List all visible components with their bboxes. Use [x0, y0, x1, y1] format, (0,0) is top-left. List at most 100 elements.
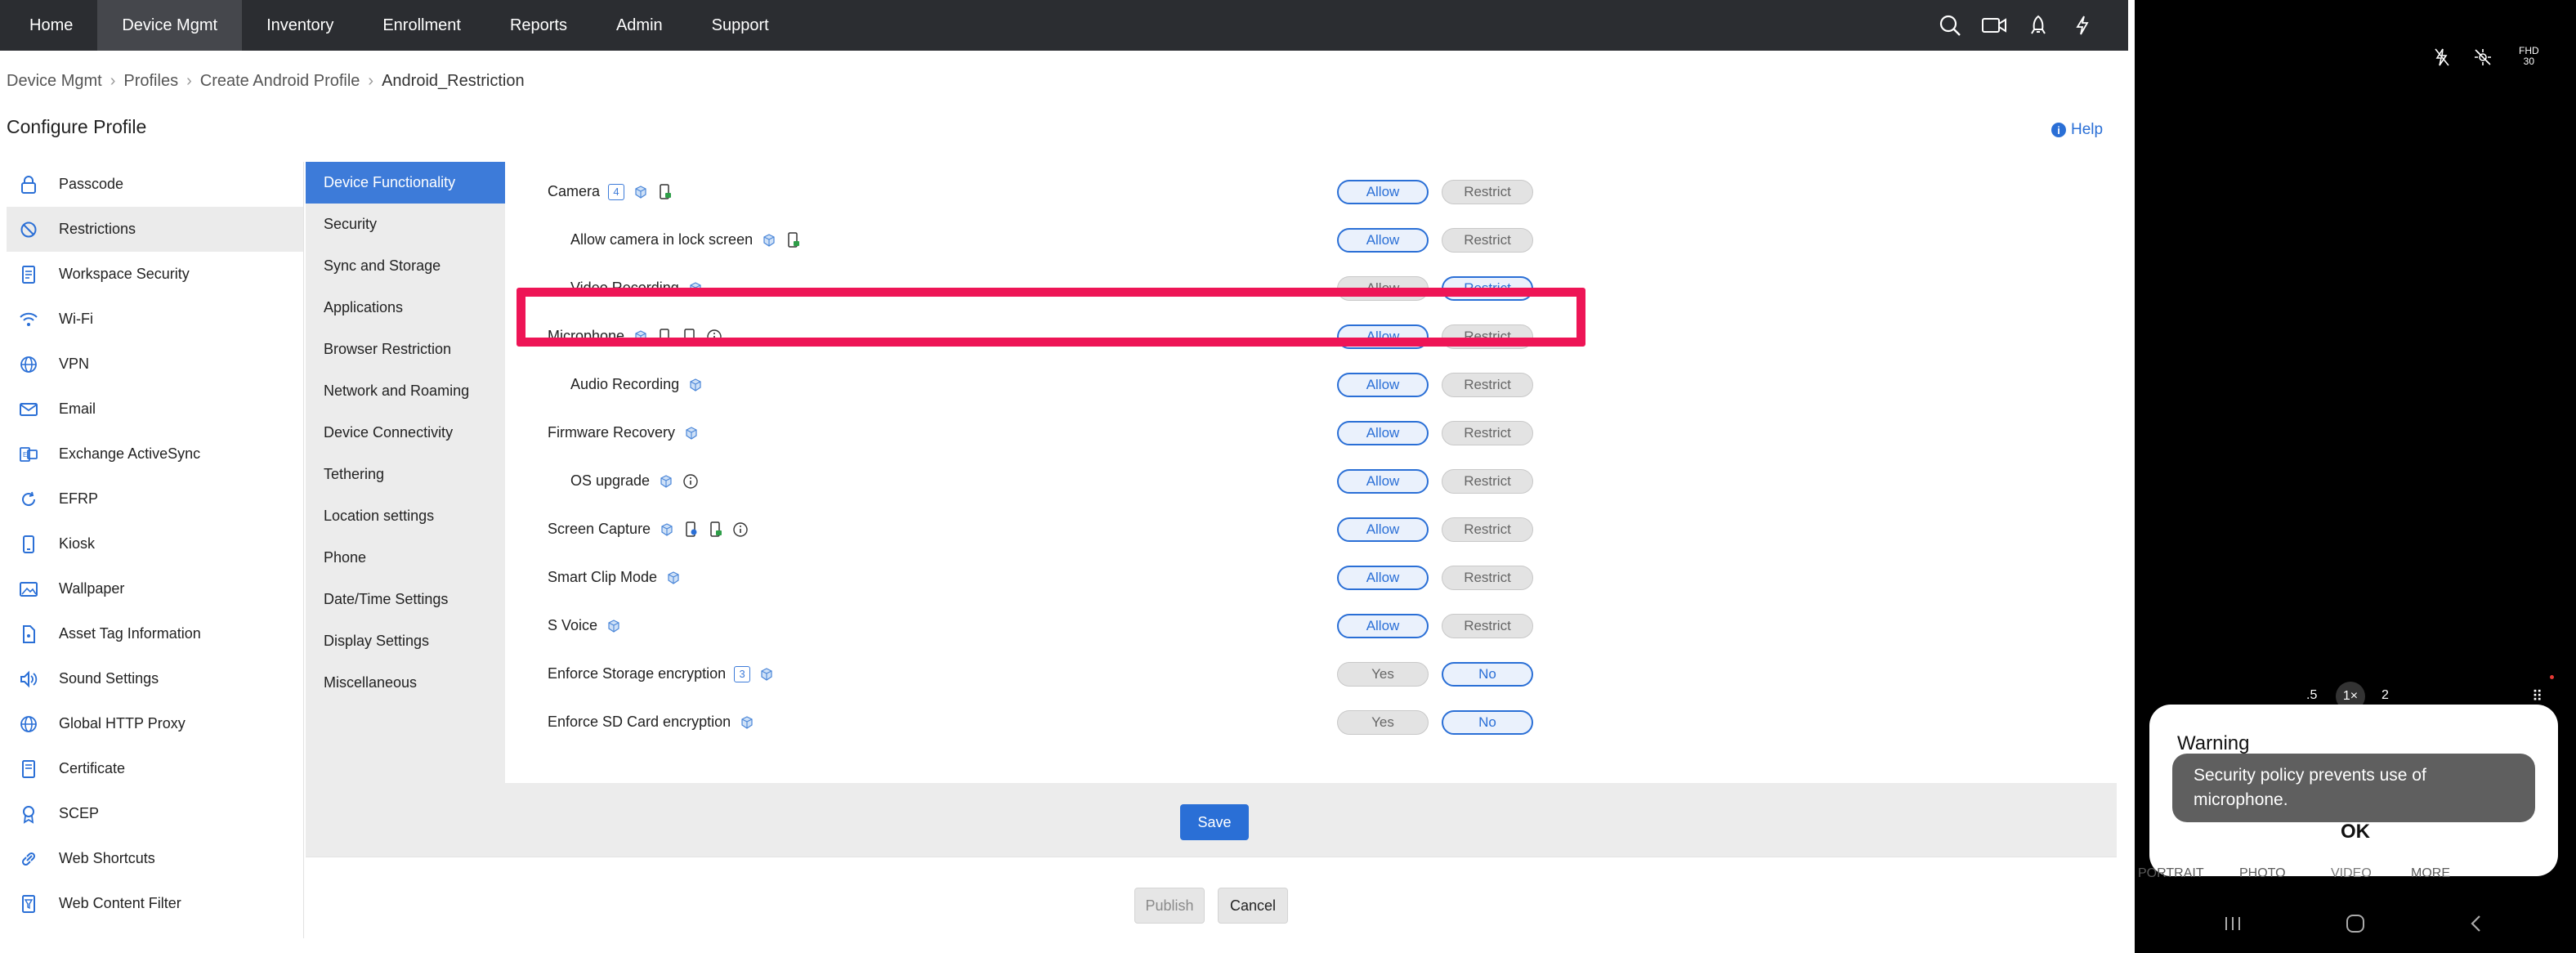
yes-button[interactable]: Yes	[1337, 662, 1429, 687]
sidebar-item-efrp[interactable]: EFRP	[7, 476, 303, 521]
info-icon[interactable]	[732, 521, 749, 538]
count-badge[interactable]: 3	[734, 665, 751, 682]
device-lock-icon	[785, 231, 802, 248]
sidebar-item-wallpaper[interactable]: Wallpaper	[7, 566, 303, 611]
restrict-button[interactable]: Restrict	[1442, 180, 1533, 204]
publish-button[interactable]: Publish	[1134, 888, 1205, 924]
allow-button[interactable]: Allow	[1337, 276, 1429, 301]
sidebar-item-certificate[interactable]: Certificate	[7, 746, 303, 791]
chevron-right-icon: ›	[368, 72, 374, 90]
mode-video[interactable]: VIDEO	[2331, 866, 2372, 881]
video-icon[interactable]	[1981, 12, 2007, 38]
restrict-button[interactable]: Restrict	[1442, 469, 1533, 494]
mode-portrait[interactable]: PORTRAIT	[2138, 866, 2204, 881]
category-miscellaneous[interactable]: Miscellaneous	[306, 662, 505, 704]
restriction-label: Microphone	[548, 328, 625, 344]
recents-icon[interactable]	[2216, 909, 2249, 938]
allow-button[interactable]: Allow	[1337, 324, 1429, 349]
sidebar-item-web-content-filter[interactable]: Web Content Filter	[7, 881, 303, 926]
category-applications[interactable]: Applications	[306, 287, 505, 329]
save-button[interactable]: Save	[1180, 804, 1249, 840]
restrict-button[interactable]: Restrict	[1442, 324, 1533, 349]
category-phone[interactable]: Phone	[306, 537, 505, 579]
restrict-button[interactable]: Restrict	[1442, 373, 1533, 397]
resolution-indicator[interactable]: FHD 30	[2519, 46, 2539, 67]
cancel-button[interactable]: Cancel	[1218, 888, 1288, 924]
sidebar-item-kiosk[interactable]: Kiosk	[7, 521, 303, 566]
allow-button[interactable]: Allow	[1337, 566, 1429, 590]
info-icon: i	[2051, 123, 2066, 137]
breadcrumb-profiles[interactable]: Profiles	[123, 72, 178, 91]
category-security[interactable]: Security	[306, 204, 505, 245]
bolt-icon[interactable]	[2069, 12, 2095, 38]
restrict-button[interactable]: Restrict	[1442, 566, 1533, 590]
info-icon[interactable]	[682, 473, 699, 490]
zoom-half[interactable]: .5	[2306, 688, 2317, 703]
restrict-button[interactable]: Restrict	[1442, 614, 1533, 638]
category-device-functionality[interactable]: Device Functionality	[306, 162, 505, 204]
sidebar-item-passcode[interactable]: Passcode	[7, 162, 303, 207]
ok-button[interactable]: OK	[2323, 817, 2388, 847]
nav-inventory[interactable]: Inventory	[242, 0, 358, 51]
no-button[interactable]: No	[1442, 662, 1533, 687]
breadcrumb-create-android-profile[interactable]: Create Android Profile	[200, 72, 360, 91]
count-badge[interactable]: 4	[608, 183, 625, 200]
info-icon[interactable]	[706, 329, 722, 345]
sidebar-item-email[interactable]: Email	[7, 387, 303, 432]
allow-button[interactable]: Allow	[1337, 373, 1429, 397]
nav-reports[interactable]: Reports	[485, 0, 592, 51]
motion-off-icon[interactable]	[2473, 47, 2493, 69]
category-sync-and-storage[interactable]: Sync and Storage	[306, 245, 505, 287]
nav-admin[interactable]: Admin	[592, 0, 687, 51]
sidebar-item-scep[interactable]: SCEP	[7, 791, 303, 836]
allow-button[interactable]: Allow	[1337, 421, 1429, 445]
nav-device-mgmt[interactable]: Device Mgmt	[97, 0, 243, 51]
restrict-button[interactable]: Restrict	[1442, 276, 1533, 301]
sidebar-item-global-http-proxy[interactable]: Global HTTP Proxy	[7, 701, 303, 746]
sidebar-item-restrictions[interactable]: Restrictions	[7, 207, 303, 252]
sidebar-item-label: Certificate	[59, 760, 126, 776]
grid-dots-icon[interactable]: ⠿	[2532, 688, 2542, 705]
restrict-button[interactable]: Restrict	[1442, 228, 1533, 253]
search-icon[interactable]	[1937, 12, 1963, 38]
mode-more[interactable]: MORE	[2411, 866, 2450, 881]
nav-enrollment[interactable]: Enrollment	[358, 0, 485, 51]
home-icon[interactable]	[2339, 909, 2372, 938]
allow-button[interactable]: Allow	[1337, 517, 1429, 542]
category-display-settings[interactable]: Display Settings	[306, 620, 505, 662]
sidebar-item-workspace-security[interactable]: Workspace Security	[7, 252, 303, 297]
breadcrumb-device-mgmt[interactable]: Device Mgmt	[7, 72, 102, 91]
category-location-settings[interactable]: Location settings	[306, 495, 505, 537]
cube-icon	[659, 521, 675, 538]
restrict-button[interactable]: Restrict	[1442, 517, 1533, 542]
allow-button[interactable]: Allow	[1337, 469, 1429, 494]
sidebar-item-vpn[interactable]: VPN	[7, 342, 303, 387]
category-date-time-settings[interactable]: Date/Time Settings	[306, 579, 505, 620]
category-browser-restriction[interactable]: Browser Restriction	[306, 329, 505, 370]
help-link[interactable]: i Help	[2051, 121, 2103, 139]
sidebar-item-wi-fi[interactable]: Wi-Fi	[7, 297, 303, 342]
category-device-connectivity[interactable]: Device Connectivity	[306, 412, 505, 454]
category-network-and-roaming[interactable]: Network and Roaming	[306, 370, 505, 412]
back-icon[interactable]	[2460, 909, 2493, 938]
allow-button[interactable]: Allow	[1337, 614, 1429, 638]
zoom-2x[interactable]: 2	[2381, 688, 2389, 703]
restrict-button[interactable]: Restrict	[1442, 421, 1533, 445]
flash-off-icon[interactable]	[2434, 47, 2450, 69]
sidebar-item-asset-tag-information[interactable]: Asset Tag Information	[7, 611, 303, 656]
mode-photo[interactable]: PHOTO	[2239, 866, 2286, 881]
nav-home[interactable]: Home	[0, 0, 97, 51]
allow-button[interactable]: Allow	[1337, 228, 1429, 253]
sidebar-item-label: Wallpaper	[59, 580, 125, 597]
rocket-icon[interactable]	[2025, 12, 2051, 38]
sidebar-item-sound-settings[interactable]: Sound Settings	[7, 656, 303, 701]
category-tethering[interactable]: Tethering	[306, 454, 505, 495]
sidebar-item-web-shortcuts[interactable]: Web Shortcuts	[7, 836, 303, 881]
yes-button[interactable]: Yes	[1337, 710, 1429, 735]
restriction-label-group: Camera 4	[548, 183, 673, 200]
nav-support[interactable]: Support	[687, 0, 794, 51]
no-button[interactable]: No	[1442, 710, 1533, 735]
sidebar-item-exchange-activesync[interactable]: E Exchange ActiveSync	[7, 432, 303, 476]
allow-button[interactable]: Allow	[1337, 180, 1429, 204]
restriction-row-s-voice: S Voice Allow Restrict	[505, 602, 2117, 651]
